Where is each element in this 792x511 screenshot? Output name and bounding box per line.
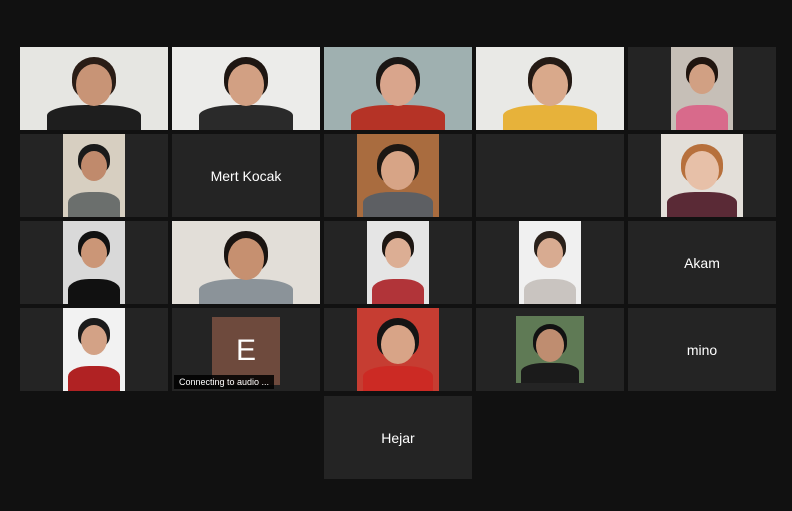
- participant-tile[interactable]: mino: [628, 308, 776, 391]
- participant-tile[interactable]: E Connecting to audio ...: [172, 308, 320, 391]
- participant-tile[interactable]: [324, 221, 472, 304]
- participant-video: [519, 221, 581, 304]
- participant-tile[interactable]: Mert Kocak: [172, 134, 320, 217]
- participant-video: [357, 134, 439, 217]
- participant-tile[interactable]: [20, 134, 168, 217]
- participant-tile[interactable]: [172, 221, 320, 304]
- participant-shoulders: [198, 279, 294, 304]
- participant-tile[interactable]: [476, 221, 624, 304]
- participant-shoulders: [667, 192, 737, 217]
- participant-shoulders: [198, 105, 294, 130]
- participant-shoulders: [363, 366, 433, 391]
- participant-tile[interactable]: Akam: [628, 221, 776, 304]
- participant-tile[interactable]: [20, 308, 168, 391]
- participant-name: Mert Kocak: [210, 167, 282, 184]
- participant-tile[interactable]: [476, 47, 624, 130]
- participant-shoulders: [67, 279, 121, 304]
- participant-tile[interactable]: [324, 47, 472, 130]
- participant-face: [684, 150, 720, 191]
- participant-face: [535, 329, 565, 363]
- participant-tile[interactable]: [628, 134, 776, 217]
- participant-video: [172, 221, 320, 304]
- participant-shoulders: [521, 362, 579, 383]
- participant-video: [671, 47, 733, 130]
- participant-shoulders: [363, 192, 433, 217]
- participant-face: [688, 63, 715, 94]
- participant-face: [80, 324, 107, 355]
- participant-tile[interactable]: [476, 308, 624, 391]
- participant-face: [380, 150, 416, 191]
- participant-video: [357, 308, 439, 391]
- participant-face: [227, 237, 265, 280]
- participant-shoulders: [67, 366, 121, 391]
- participant-video: [516, 316, 584, 383]
- participant-tile[interactable]: Hejar: [324, 396, 472, 479]
- participant-face: [75, 63, 113, 106]
- participant-video: [367, 221, 429, 304]
- participant-face: [531, 63, 569, 106]
- participant-face: [80, 237, 107, 268]
- participant-tile[interactable]: [20, 221, 168, 304]
- participant-tile[interactable]: [628, 47, 776, 130]
- participant-tile[interactable]: [324, 308, 472, 391]
- participant-video: [63, 221, 125, 304]
- participant-tile[interactable]: [476, 134, 624, 217]
- participant-shoulders: [371, 279, 425, 304]
- participant-video: [63, 134, 125, 217]
- participant-tile[interactable]: [20, 47, 168, 130]
- participant-shoulders: [523, 279, 577, 304]
- participant-video: [324, 47, 472, 130]
- participant-face: [380, 324, 416, 365]
- participant-face: [379, 63, 417, 106]
- participant-video: [20, 47, 168, 130]
- participant-video: [661, 134, 743, 217]
- participant-shoulders: [502, 105, 598, 130]
- participant-tile[interactable]: [324, 134, 472, 217]
- participant-face: [536, 237, 563, 268]
- participant-name: Akam: [684, 254, 720, 271]
- participant-shoulders: [46, 105, 142, 130]
- participant-shoulders: [67, 192, 121, 217]
- participant-face: [227, 63, 265, 106]
- participant-name: mino: [686, 341, 718, 358]
- participant-shoulders: [350, 105, 446, 130]
- audio-status-label: Connecting to audio ...: [174, 375, 275, 389]
- participant-face: [80, 150, 107, 181]
- participant-shoulders: [675, 105, 729, 130]
- participant-name: Hejar: [381, 429, 415, 446]
- participant-video: [63, 308, 125, 391]
- participant-video: [172, 47, 320, 130]
- participant-video: [476, 47, 624, 130]
- participant-face: [384, 237, 411, 268]
- participant-tile[interactable]: [172, 47, 320, 130]
